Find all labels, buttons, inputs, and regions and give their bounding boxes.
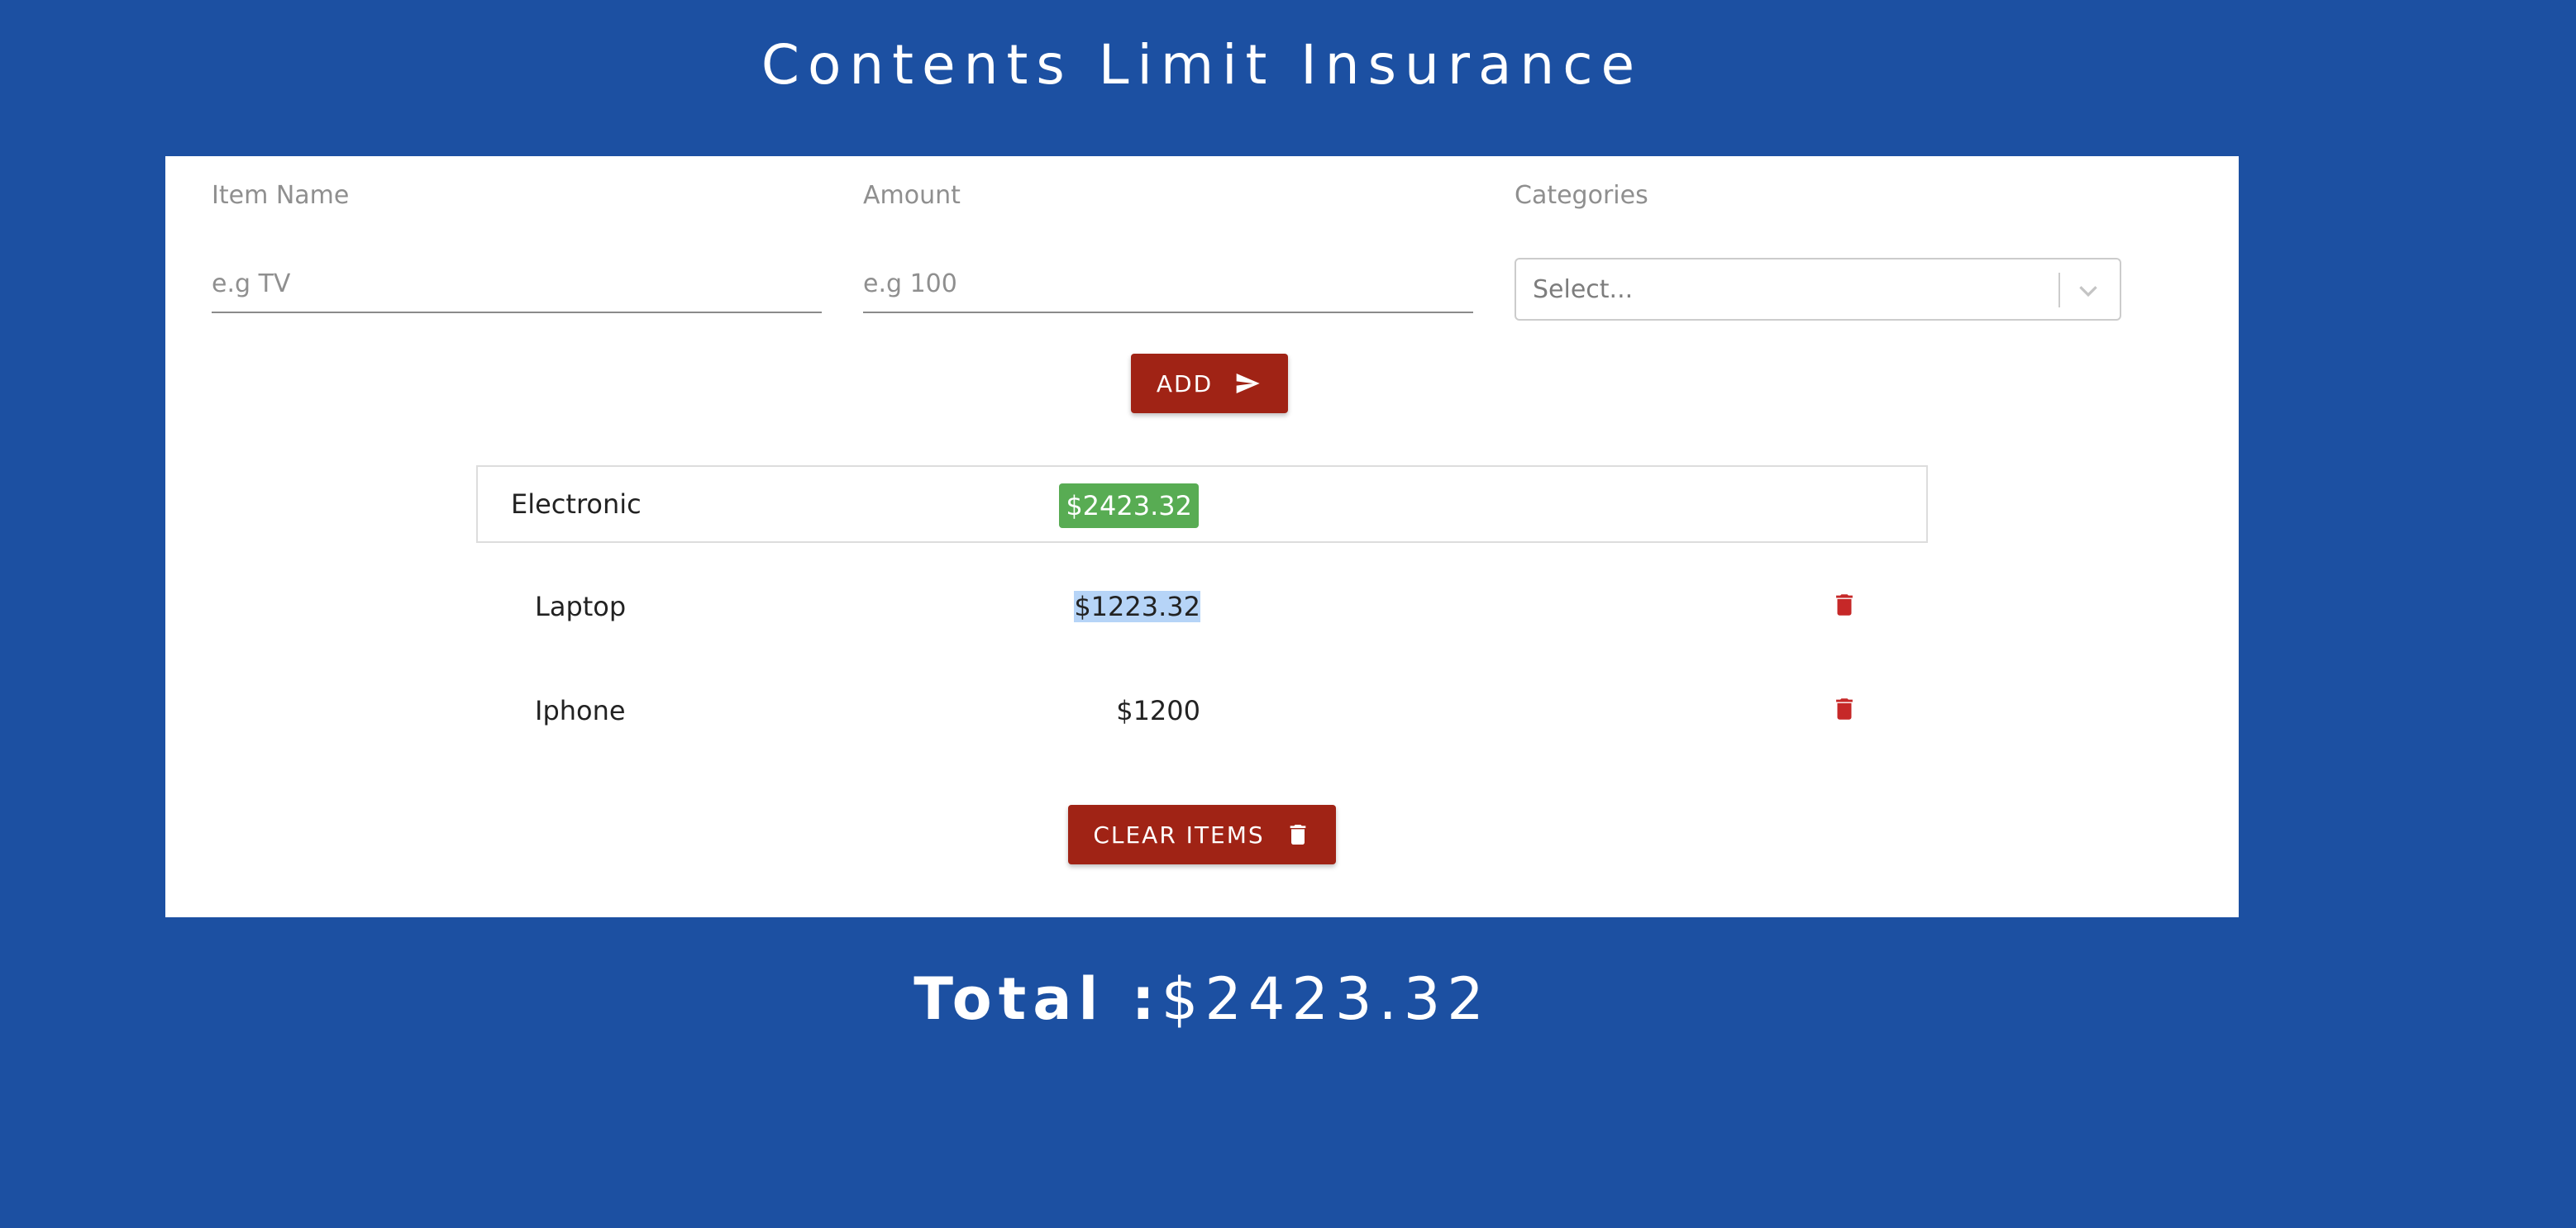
add-button-label: ADD — [1156, 369, 1214, 397]
item-amount: $1200 — [1116, 695, 1200, 726]
total-value: $2423.32 — [1161, 965, 1491, 1033]
category-total-badge: $2423.32 — [1059, 483, 1199, 528]
item-name: Laptop — [535, 591, 627, 622]
clear-items-button[interactable]: CLEAR ITEMS — [1068, 805, 1336, 864]
select-separator — [2058, 273, 2060, 307]
item-row: Iphone $1200 — [476, 678, 1928, 744]
add-button[interactable]: ADD — [1131, 354, 1288, 413]
insurance-form-card: Item Name Amount Categories Select... AD… — [165, 156, 2239, 917]
clear-items-label: CLEAR ITEMS — [1093, 821, 1265, 849]
item-name-input[interactable] — [212, 255, 822, 313]
amount-input[interactable] — [863, 255, 1473, 313]
send-icon — [1236, 374, 1260, 393]
item-name-field: Item Name — [212, 181, 822, 321]
categories-field: Categories Select... — [1515, 181, 2121, 321]
amount-label: Amount — [863, 181, 961, 210]
categories-select-value: Select... — [1533, 275, 1634, 304]
page-title: Contents Limit Insurance — [761, 33, 1643, 97]
total-label: Total : — [914, 965, 1162, 1033]
categories-label: Categories — [1515, 181, 1648, 210]
item-name: Iphone — [535, 695, 626, 726]
item-amount: $1223.32 — [1074, 591, 1200, 622]
category-row-electronic: Electronic $2423.32 — [476, 465, 1928, 543]
total-summary: Total :$2423.32 — [0, 965, 2404, 1033]
chevron-down-icon[interactable] — [2075, 278, 2101, 304]
item-row: Laptop $1223.32 — [476, 574, 1928, 640]
trash-icon — [1290, 825, 1306, 845]
trash-icon[interactable] — [1830, 589, 1858, 621]
categories-select[interactable]: Select... — [1515, 258, 2121, 321]
category-name: Electronic — [511, 488, 642, 520]
amount-field: Amount — [863, 181, 1473, 321]
trash-icon[interactable] — [1830, 693, 1858, 725]
item-name-label: Item Name — [212, 181, 350, 210]
